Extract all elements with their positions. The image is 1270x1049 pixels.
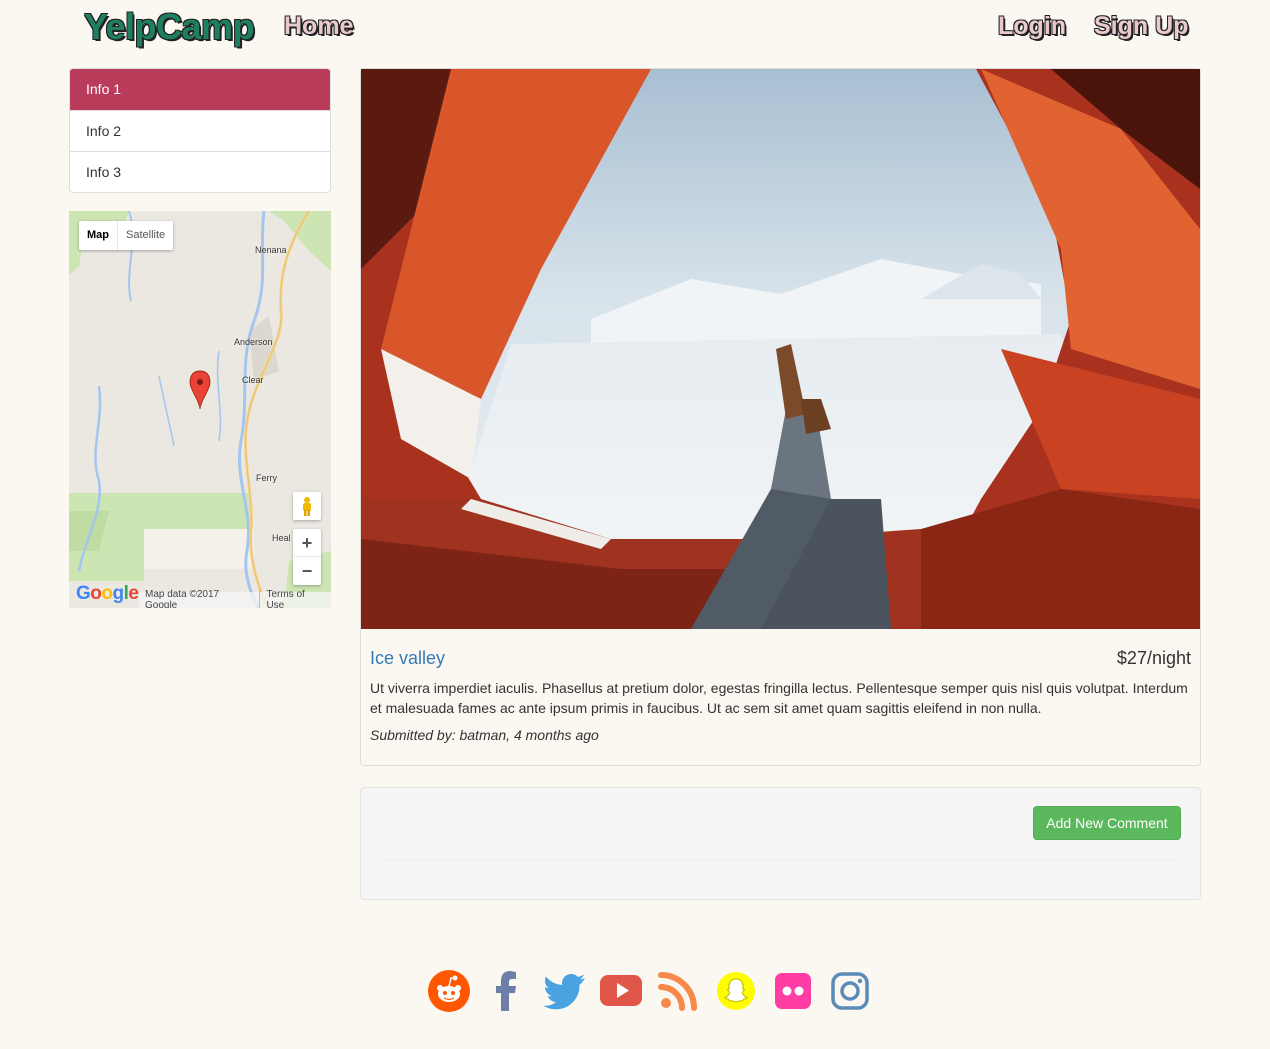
- campground-description: Ut viverra imperdiet iaculis. Phasellus …: [370, 680, 1188, 716]
- add-comment-button[interactable]: Add New Comment: [1033, 806, 1181, 840]
- google-map[interactable]: Nenana Anderson Clear Ferry Heal Map Sat…: [69, 211, 331, 608]
- map-place-label: Clear: [242, 375, 264, 385]
- map-place-label: Anderson: [234, 337, 273, 347]
- nav-signup-link[interactable]: Sign Up: [1094, 12, 1188, 41]
- instagram-icon[interactable]: [828, 969, 872, 1013]
- info-item-2[interactable]: Info 2: [70, 110, 330, 151]
- nav-home-link[interactable]: Home: [284, 12, 353, 41]
- brand-logo[interactable]: YelpCamp: [84, 6, 255, 48]
- campground-price: $27/night: [1116, 648, 1191, 668]
- flickr-icon[interactable]: [771, 969, 815, 1013]
- youtube-icon[interactable]: [599, 969, 643, 1013]
- map-place-label: Nenana: [255, 245, 287, 255]
- facebook-icon[interactable]: [485, 969, 529, 1013]
- zoom-control: + −: [293, 529, 321, 585]
- campground-submitted-by: Submitted by: batman, 4 months ago: [370, 727, 599, 743]
- info-item-1[interactable]: Info 1: [70, 69, 330, 110]
- zoom-in-button[interactable]: +: [293, 529, 321, 557]
- snapchat-icon[interactable]: [714, 969, 758, 1013]
- zoom-out-button[interactable]: −: [293, 557, 321, 585]
- twitter-icon[interactable]: [542, 969, 586, 1013]
- info-list: Info 1 Info 2 Info 3: [69, 68, 331, 193]
- reddit-icon[interactable]: [427, 969, 471, 1013]
- rss-icon[interactable]: [656, 969, 700, 1013]
- street-view-pegman-icon[interactable]: [293, 492, 321, 520]
- campground-card: Ice valley $27/night Ut viverra imperdie…: [360, 68, 1201, 766]
- map-type-control: Map Satellite: [79, 221, 174, 250]
- info-item-3[interactable]: Info 3: [70, 151, 330, 192]
- campground-image: [361, 69, 1200, 629]
- comments-divider: [380, 859, 1181, 860]
- comments-section: Add New Comment: [360, 787, 1201, 900]
- map-terms-link[interactable]: Terms of Use: [259, 589, 331, 608]
- map-type-satellite-button[interactable]: Satellite: [117, 221, 173, 250]
- map-attribution: Map data ©2017 Google: [145, 589, 220, 608]
- google-logo: Google: [76, 583, 139, 604]
- map-terrain: [69, 211, 331, 608]
- campground-name-link[interactable]: Ice valley: [370, 648, 445, 669]
- map-attribution-bar: Map data ©2017 Google Terms of Use: [139, 589, 331, 608]
- nav-login-link[interactable]: Login: [998, 12, 1066, 41]
- map-type-map-button[interactable]: Map: [79, 221, 117, 250]
- map-place-label: Ferry: [256, 473, 277, 483]
- social-links: [0, 969, 1270, 1013]
- navbar: YelpCamp Home Login Sign Up: [0, 0, 1270, 56]
- map-place-label: Heal: [272, 533, 291, 543]
